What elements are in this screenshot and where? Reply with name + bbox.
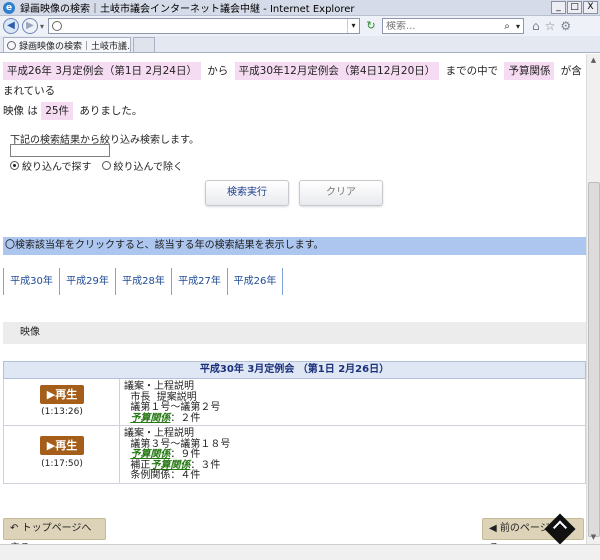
desc-line: 議案・上程説明 — [124, 428, 194, 439]
tab-label: 録画映像の検索｜土岐市議... — [19, 41, 131, 52]
address-bar: ◀ ▶ ▾ ▾ ↻ ⌕ ▾ ⌂ ☆ ⚙ — [0, 16, 600, 36]
clear-button[interactable]: クリア — [299, 180, 383, 206]
window-title: 録画映像の検索｜土岐市議会インターネット議会中継 - Internet Expl… — [20, 4, 355, 15]
browser-search-input[interactable] — [383, 20, 502, 32]
toolbar-icons: ⌂ ☆ ⚙ — [532, 19, 571, 33]
budget-link[interactable]: 予算関係 — [130, 413, 170, 424]
video-description: 議案・上程説明 議第３号～議第１８号 予算関係：９件 補正予算関係：３件 条例関… — [124, 428, 230, 482]
video-duration: (1:17:50) — [41, 459, 83, 469]
session-header: 平成30年 3月定例会 （第1日 2月26日） — [3, 361, 586, 379]
radio-include[interactable]: 絞り込んで探す — [10, 158, 92, 173]
tab-page-icon — [7, 40, 16, 50]
gear-icon[interactable]: ⚙ — [560, 19, 571, 33]
back-arrow-icon: ↶ — [10, 523, 19, 534]
vertical-scrollbar[interactable]: ▲ ▼ — [586, 54, 600, 544]
year-tab-h27[interactable]: 平成27年 — [171, 268, 227, 295]
play-icon: ▶ — [46, 388, 56, 401]
scrollbar-thumb[interactable] — [588, 182, 600, 537]
from-meeting: 平成26年 3月定例会（第1日 2月24日） — [3, 62, 201, 80]
year-tabs: 平成30年 平成29年 平成28年 平成27年 平成26年 — [3, 268, 283, 295]
home-icon[interactable]: ⌂ — [532, 19, 540, 33]
play-button[interactable]: ▶再生 — [40, 436, 84, 455]
minimize-button[interactable]: _ — [551, 1, 566, 14]
section-title: 映像 — [3, 322, 586, 344]
desc-line: 条例関係：４件 — [124, 470, 201, 481]
maximize-button[interactable]: □ — [567, 1, 582, 14]
refine-input[interactable] — [10, 144, 110, 157]
status-bar — [0, 544, 600, 560]
search-condition: 平成26年 3月定例会（第1日 2月24日） から 平成30年12月定例会（第4… — [3, 61, 583, 121]
radio-include-label: 絞り込んで探す — [22, 162, 92, 173]
ie-logo-icon: e — [3, 1, 15, 14]
star-icon[interactable]: ☆ — [545, 19, 556, 33]
to-meeting: 平成30年12月定例会（第4日12月20日） — [234, 62, 440, 80]
budget-count: ：３件 — [190, 459, 221, 471]
scroll-down-icon[interactable]: ▼ — [587, 531, 600, 544]
video-play-cell: ▶再生 (1:17:50) — [4, 426, 120, 483]
info-bar: 〇検索該当年をクリックすると、該当する年の検索結果を表示します。 — [3, 237, 586, 255]
play-label: 再生 — [55, 388, 78, 401]
video-word: 映像 は — [3, 105, 38, 117]
video-play-cell: ▶再生 (1:13:26) — [4, 379, 120, 425]
video-duration: (1:13:26) — [41, 407, 83, 417]
play-button[interactable]: ▶再生 — [40, 385, 84, 404]
to-word: までの中で — [445, 65, 499, 77]
page-content: 平成26年 3月定例会（第1日 2月24日） から 平成30年12月定例会（第4… — [0, 54, 586, 554]
year-tab-h30[interactable]: 平成30年 — [3, 268, 59, 295]
url-dropdown-icon[interactable]: ▾ — [347, 19, 359, 33]
search-execute-button[interactable]: 検索実行 — [205, 180, 289, 206]
desc-line: 議案・上程説明 — [124, 381, 194, 392]
forward-icon[interactable]: ▶ — [22, 18, 38, 34]
budget-count: ：９件 — [170, 449, 201, 460]
new-tab-button[interactable] — [133, 37, 155, 52]
tab-bar: 録画映像の検索｜土岐市議... × — [0, 36, 600, 53]
window-controls: _ □ X — [551, 1, 598, 14]
result-word: ありました。 — [79, 105, 143, 117]
budget-count: ：２件 — [170, 412, 201, 424]
radio-include-dot[interactable] — [10, 161, 19, 170]
triangle-left-icon: ◀ — [489, 523, 497, 534]
year-tab-h28[interactable]: 平成28年 — [115, 268, 171, 295]
search-dropdown-icon[interactable]: ▾ — [513, 22, 523, 31]
budget-link[interactable]: 予算関係 — [150, 460, 190, 471]
radio-exclude-label: 絞り込んで除く — [113, 162, 184, 173]
year-tab-h29[interactable]: 平成29年 — [59, 268, 115, 295]
video-row: ▶再生 (1:17:50) 議案・上程説明 議第３号～議第１８号 予算関係：９件… — [3, 426, 586, 484]
scroll-up-icon[interactable]: ▲ — [587, 54, 600, 67]
window-titlebar: e 録画映像の検索｜土岐市議会インターネット議会中継 - Internet Ex… — [0, 0, 600, 16]
refine-options: 絞り込んで探す 絞り込んで除く — [10, 158, 183, 173]
back-icon[interactable]: ◀ — [3, 18, 19, 34]
video-description: 議案・上程説明 市長 提案説明 議第１号～議第２号 予算関係：２件 — [124, 381, 220, 425]
browser-search-box[interactable]: ⌕ ▾ — [382, 18, 525, 34]
desc-line: 予算関係：２件 — [124, 412, 220, 425]
keyword: 予算関係 — [504, 62, 555, 80]
budget-link[interactable]: 予算関係 — [130, 449, 170, 460]
url-field[interactable]: ▾ — [48, 18, 361, 34]
result-count: 25件 — [41, 102, 74, 120]
chevron-up-icon — [552, 520, 568, 535]
radio-exclude-dot[interactable] — [101, 161, 111, 170]
page-icon — [52, 21, 63, 31]
video-row: ▶再生 (1:13:26) 議案・上程説明 市長 提案説明 議第１号～議第２号 … — [3, 379, 586, 426]
play-label: 再生 — [55, 439, 78, 452]
year-tab-h26[interactable]: 平成26年 — [227, 268, 283, 295]
top-page-button[interactable]: ↶ トップページへ戻る — [3, 518, 106, 554]
browser-tab[interactable]: 録画映像の検索｜土岐市議... × — [3, 37, 131, 52]
refresh-icon[interactable]: ↻ — [363, 18, 379, 34]
search-icon[interactable]: ⌕ — [501, 21, 513, 32]
close-button[interactable]: X — [583, 1, 598, 14]
history-dropdown-icon[interactable]: ▾ — [40, 22, 44, 31]
from-word: から — [207, 65, 229, 77]
play-icon: ▶ — [46, 439, 56, 452]
radio-exclude[interactable]: 絞り込んで除く — [101, 158, 184, 173]
